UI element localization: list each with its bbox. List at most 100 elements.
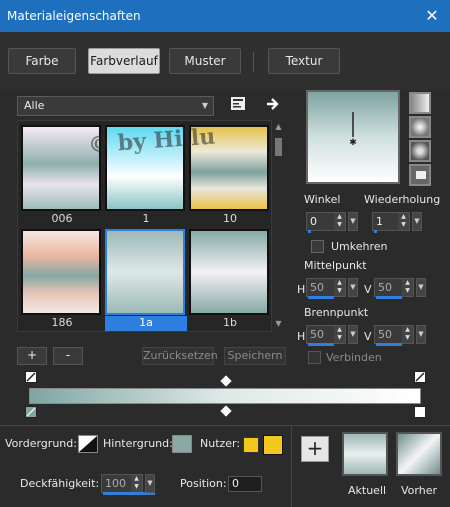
brennpunkt-label: Brennpunkt <box>304 306 369 319</box>
verbinden-checkbox[interactable] <box>308 351 321 364</box>
scroll-down-icon[interactable]: ▼ <box>274 319 283 328</box>
brenn-v-label: V <box>364 330 372 343</box>
wiederholung-stepper[interactable]: 1 ▲ ▼ <box>372 212 410 233</box>
radial-style-button[interactable] <box>409 140 431 162</box>
nutzer-label: Nutzer: <box>200 437 241 450</box>
background-swatch[interactable] <box>172 435 192 453</box>
bottom-divider <box>0 425 450 426</box>
bottom-right-color-stop[interactable] <box>414 406 426 418</box>
tab-farbverlauf[interactable]: Farbverlauf <box>88 48 160 74</box>
top-right-stop-marker[interactable] <box>414 371 426 383</box>
stepper-arrows-icon[interactable]: ▲ ▼ <box>402 326 413 343</box>
mittel-h-level-bar <box>308 296 334 299</box>
wiederholung-dropdown[interactable]: ▼ <box>412 212 422 231</box>
position-input[interactable]: 0 <box>228 476 262 492</box>
previous-material-button[interactable] <box>396 432 442 476</box>
mittel-h-dropdown[interactable]: ▼ <box>348 278 358 297</box>
current-material-button[interactable] <box>342 432 388 476</box>
gradient-library: 006 1 10 186 1a 1b © by Hillu <box>17 120 272 332</box>
stepper-arrows-icon[interactable]: ▲ ▼ <box>334 279 345 296</box>
tab-bar: Farbe Farbverlauf Muster Textur <box>0 32 450 90</box>
reset-button[interactable]: Zurücksetzen <box>142 347 218 365</box>
window-title: Materialeigenschaften <box>7 9 141 23</box>
bottom-left-color-stop[interactable] <box>25 406 37 418</box>
thumbnail-label: 006 <box>51 212 73 225</box>
brenn-v-dropdown[interactable]: ▼ <box>416 325 426 344</box>
bottom-vertical-divider <box>291 426 292 507</box>
mittel-h-label: H <box>297 283 306 296</box>
plus-button[interactable]: + <box>301 436 329 462</box>
winkel-value: 0 <box>310 215 317 228</box>
mittel-v-dropdown[interactable]: ▼ <box>416 278 426 297</box>
deckfaehigkeit-value: 100 <box>105 477 126 490</box>
umkehren-label: Umkehren <box>331 240 388 253</box>
brenn-h-level-bar <box>308 343 334 346</box>
rectangular-style-button[interactable] <box>409 116 431 138</box>
mittel-h-stepper[interactable]: 50 ▲ ▼ <box>306 278 346 299</box>
color-stop-icon <box>26 407 36 417</box>
winkel-dropdown[interactable]: ▼ <box>348 212 358 231</box>
mittel-h-value: 50 <box>310 281 324 294</box>
brenn-h-dropdown[interactable]: ▼ <box>348 325 358 344</box>
foreground-swatch[interactable] <box>78 435 98 453</box>
user-swatch-2[interactable] <box>263 435 283 455</box>
winkel-level-bar <box>308 230 311 233</box>
foreground-corner-icon <box>79 436 97 452</box>
vorher-label: Vorher <box>401 484 437 497</box>
user-swatch-1[interactable] <box>243 437 259 453</box>
mittel-v-label: V <box>364 283 372 296</box>
brenn-v-stepper[interactable]: 50 ▲ ▼ <box>374 325 414 346</box>
svg-text:✱: ✱ <box>349 138 357 148</box>
winkel-label: Winkel <box>304 193 341 206</box>
remove-button[interactable]: - <box>53 347 83 365</box>
arrow-right-icon[interactable] <box>264 95 282 113</box>
wiederholung-label: Wiederholung <box>364 193 441 206</box>
deckfaehigkeit-dropdown[interactable]: ▼ <box>145 474 155 493</box>
wiederholung-level-bar <box>374 230 377 233</box>
library-scrollbar[interactable]: ▲ ▼ <box>272 120 285 332</box>
angle-handle-icon[interactable]: ✱ <box>308 92 398 182</box>
top-left-stop-marker[interactable] <box>25 371 37 383</box>
mittel-v-stepper[interactable]: 50 ▲ ▼ <box>374 278 414 299</box>
library-icon[interactable] <box>229 95 247 113</box>
corner-icon <box>416 171 426 179</box>
thumbnail-1a[interactable] <box>105 229 185 315</box>
stepper-arrows-icon[interactable]: ▲ ▼ <box>334 326 345 343</box>
brenn-h-stepper[interactable]: 50 ▲ ▼ <box>306 325 346 346</box>
stepper-arrows-icon[interactable]: ▲ ▼ <box>402 279 413 296</box>
add-button[interactable]: + <box>17 347 47 365</box>
linear-style-button[interactable] <box>409 92 431 114</box>
mittelpunkt-label: Mittelpunkt <box>304 259 367 272</box>
winkel-stepper[interactable]: 0 ▲ ▼ <box>306 212 346 233</box>
title-bar: Materialeigenschaften ✕ <box>0 0 450 32</box>
deckfaehigkeit-stepper[interactable]: 100 ▲ ▼ <box>101 474 155 495</box>
thumbnail-label: 1 <box>142 212 150 225</box>
scroll-up-icon[interactable]: ▲ <box>274 122 283 131</box>
mittel-v-value: 50 <box>378 281 392 294</box>
umkehren-checkbox[interactable] <box>311 240 324 253</box>
hintergrund-label: Hintergrund: <box>103 437 173 450</box>
thumbnail-186[interactable] <box>21 229 101 315</box>
brenn-v-level-bar <box>376 343 402 346</box>
aktuell-label: Aktuell <box>348 484 387 497</box>
close-icon[interactable]: ✕ <box>424 6 440 25</box>
gradient-strip[interactable] <box>29 388 421 404</box>
tab-farbe[interactable]: Farbe <box>8 48 76 74</box>
scroll-thumb[interactable] <box>275 138 282 156</box>
chevron-down-icon: ▼ <box>201 101 208 110</box>
wiederholung-value: 1 <box>376 215 383 228</box>
tab-textur[interactable]: Textur <box>268 48 340 74</box>
stepper-arrows-icon[interactable]: ▲ ▼ <box>398 213 409 230</box>
tab-muster[interactable]: Muster <box>169 48 241 74</box>
thumbnail-1b[interactable] <box>189 229 269 315</box>
sunburst-style-button[interactable] <box>409 164 431 186</box>
save-button[interactable]: Speichern <box>224 347 286 365</box>
tab-separator <box>253 52 254 72</box>
category-value: Alle <box>24 99 45 112</box>
transparency-stop-icon <box>415 372 425 382</box>
category-dropdown[interactable]: Alle ▼ <box>17 96 214 116</box>
mittel-v-level-bar <box>376 296 402 299</box>
stepper-arrows-icon[interactable]: ▲ ▼ <box>334 213 345 230</box>
stepper-arrows-icon[interactable]: ▲ ▼ <box>131 475 142 492</box>
gradient-preview[interactable]: ✱ <box>306 90 400 184</box>
